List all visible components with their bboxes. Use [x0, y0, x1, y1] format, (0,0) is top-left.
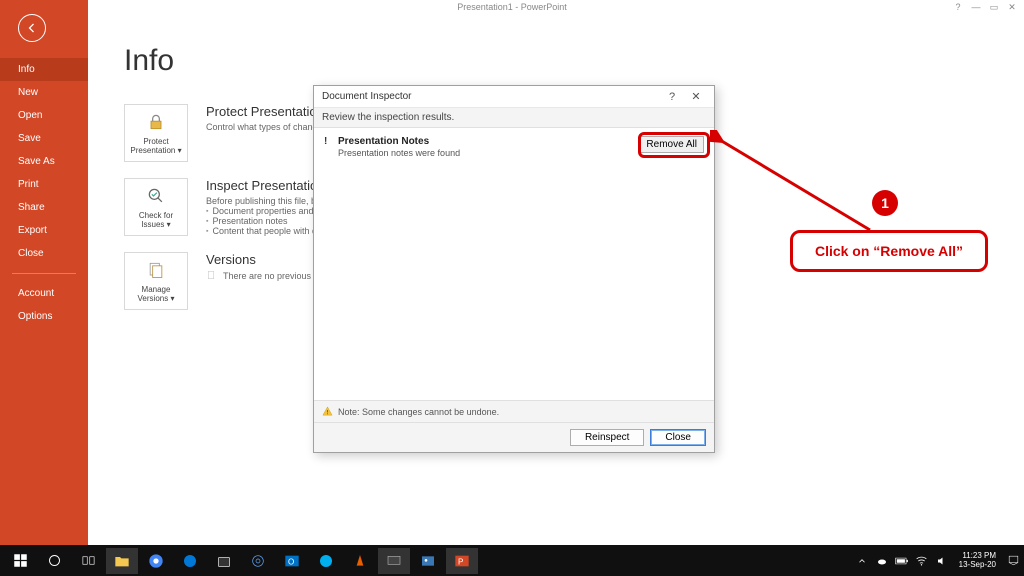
dialog-note-row: Note: Some changes cannot be undone. — [314, 400, 714, 422]
taskbar-clock[interactable]: 11:23 PM 13-Sep-20 — [955, 552, 1000, 570]
edge-icon[interactable] — [174, 548, 206, 574]
dialog-body: ! Presentation Notes Presentation notes … — [314, 128, 714, 400]
settings-icon[interactable] — [242, 548, 274, 574]
warning-icon — [322, 406, 333, 417]
wifi-icon[interactable] — [915, 554, 929, 568]
dialog-button-row: Reinspect Close — [314, 422, 714, 452]
system-tray[interactable]: 11:23 PM 13-Sep-20 — [855, 552, 1020, 570]
onedrive-icon[interactable] — [875, 554, 889, 568]
close-button[interactable]: Close — [650, 429, 706, 446]
skype-icon[interactable] — [310, 548, 342, 574]
store-icon[interactable] — [208, 548, 240, 574]
cortana-icon[interactable] — [38, 548, 70, 574]
volume-icon[interactable] — [935, 554, 949, 568]
clock-date: 13-Sep-20 — [959, 561, 996, 570]
battery-icon[interactable] — [895, 554, 909, 568]
tray-chevron-icon[interactable] — [855, 554, 869, 568]
vlc-icon[interactable] — [344, 548, 376, 574]
annotation-callout: Click on “Remove All” — [790, 230, 988, 272]
svg-text:P: P — [458, 557, 463, 566]
svg-text:O: O — [288, 557, 294, 566]
result-heading: Presentation Notes — [338, 136, 429, 147]
notifications-icon[interactable] — [1006, 554, 1020, 568]
annotation-number-badge: 1 — [872, 190, 898, 216]
remove-all-button[interactable]: Remove All — [639, 136, 704, 153]
task-view-icon[interactable] — [72, 548, 104, 574]
result-detail: Presentation notes were found — [338, 148, 639, 158]
powerpoint-taskbar-icon[interactable]: P — [446, 548, 478, 574]
start-button[interactable] — [4, 548, 36, 574]
photos-icon[interactable] — [412, 548, 444, 574]
dialog-close-button[interactable]: ✕ — [684, 90, 708, 103]
dialog-titlebar[interactable]: Document Inspector ? ✕ — [314, 86, 714, 108]
snip-icon[interactable] — [378, 548, 410, 574]
dialog-title: Document Inspector — [322, 91, 412, 102]
dialog-note: Note: Some changes cannot be undone. — [338, 407, 499, 417]
taskbar[interactable]: O P 11:23 PM 13-Sep-20 — [0, 545, 1024, 576]
chrome-icon[interactable] — [140, 548, 172, 574]
reinspect-button[interactable]: Reinspect — [570, 429, 644, 446]
dialog-instruction: Review the inspection results. — [314, 108, 714, 128]
dialog-backdrop: Document Inspector ? ✕ Review the inspec… — [0, 0, 1024, 576]
result-row: ! Presentation Notes Presentation notes … — [324, 136, 704, 158]
document-inspector-dialog: Document Inspector ? ✕ Review the inspec… — [313, 85, 715, 453]
alert-icon: ! — [324, 136, 338, 147]
outlook-icon[interactable]: O — [276, 548, 308, 574]
dialog-help-button[interactable]: ? — [660, 91, 684, 103]
file-explorer-icon[interactable] — [106, 548, 138, 574]
